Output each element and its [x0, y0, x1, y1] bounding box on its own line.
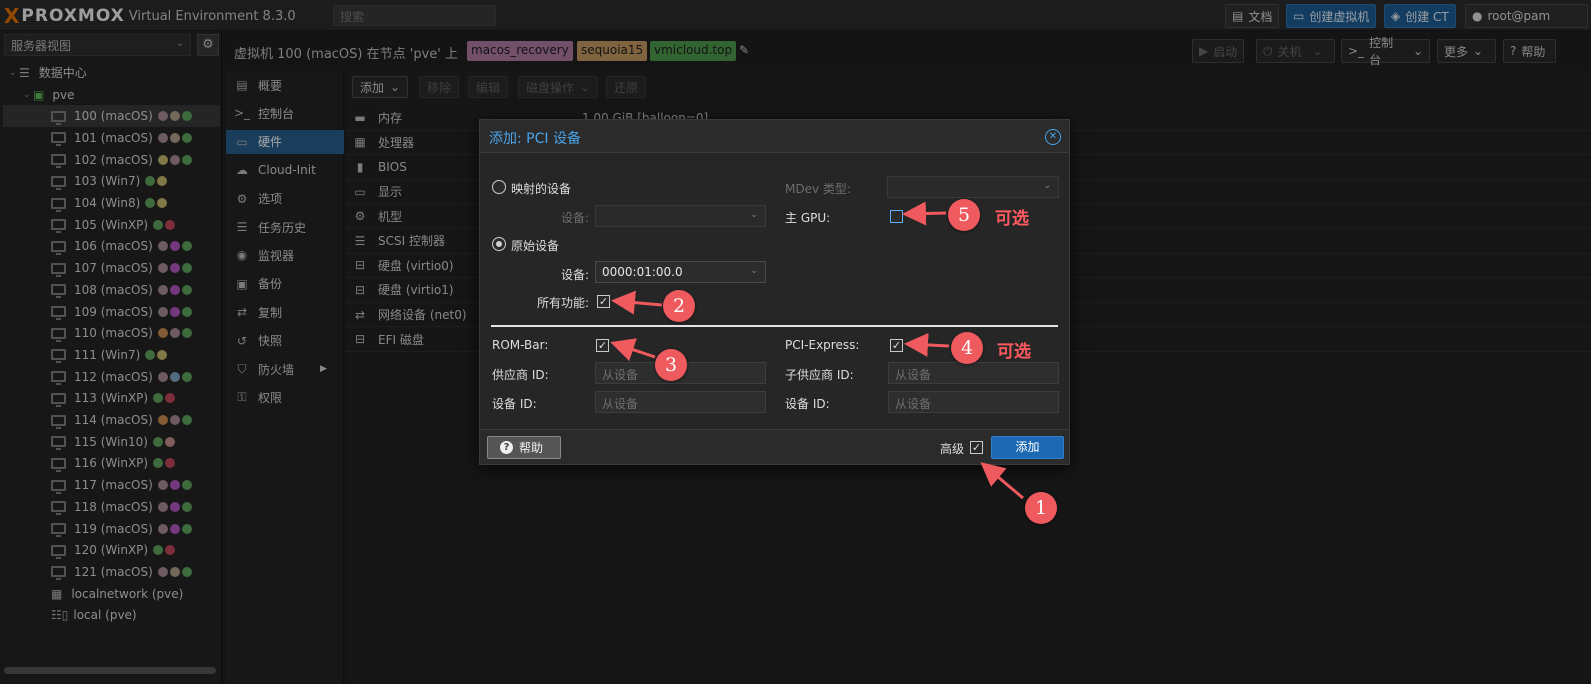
optional-note-5: 可选 [995, 209, 1029, 229]
dialog-help-button[interactable]: ? 帮助 [487, 436, 561, 459]
advanced-checkbox[interactable]: ✓ [970, 441, 983, 454]
annotation-badge-2: 2 [663, 290, 695, 322]
chevron-down-icon: ⌄ [1043, 181, 1051, 191]
annotation-badge-3: 3 [655, 349, 687, 381]
advanced-label: 高级 [940, 442, 965, 456]
raw-device-radio[interactable] [492, 237, 506, 251]
mdev-type-select[interactable]: ⌄ [887, 176, 1059, 198]
chevron-down-icon: ⌄ [750, 210, 758, 220]
rom-bar-checkbox[interactable]: ✓ [596, 339, 609, 352]
sub-vendor-id-input[interactable]: 从设备 [888, 362, 1059, 384]
pcie-label: PCI-Express: [785, 338, 860, 352]
vendor-id-label: 供应商 ID: [492, 368, 549, 382]
sub-device-id-input[interactable]: 从设备 [888, 391, 1059, 413]
raw-device-label: 原始设备 [511, 239, 560, 253]
raw-device-field-label: 设备: [561, 268, 590, 282]
question-icon: ? [500, 441, 513, 454]
all-functions-checkbox[interactable]: ✓ [597, 295, 610, 308]
mapped-device-field-label: 设备: [561, 211, 590, 225]
dialog-title: 添加: PCI 设备 [489, 131, 581, 147]
all-functions-label: 所有功能: [537, 296, 590, 310]
primary-gpu-checkbox[interactable] [890, 210, 903, 223]
pcie-checkbox[interactable]: ✓ [890, 339, 903, 352]
device-id-label: 设备 ID: [492, 397, 537, 411]
sub-device-id-label: 设备 ID: [785, 397, 830, 411]
rom-bar-label: ROM-Bar: [492, 338, 549, 352]
chevron-down-icon: ⌄ [750, 266, 758, 276]
annotation-badge-5: 5 [948, 199, 980, 231]
mapped-device-label: 映射的设备 [511, 182, 572, 196]
close-icon[interactable]: ✕ [1045, 129, 1061, 145]
advanced-separator [491, 325, 1058, 327]
mdev-type-label: MDev 类型: [785, 182, 851, 196]
optional-note-4: 可选 [997, 342, 1031, 362]
sub-vendor-id-label: 子供应商 ID: [785, 368, 854, 382]
raw-device-select[interactable]: 0000:01:00.0 ⌄ [595, 261, 766, 283]
add-pci-device-dialog: 添加: PCI 设备 ✕ 映射的设备 设备: ⌄ MDev 类型: ⌄ 主 GP… [479, 119, 1070, 465]
dialog-add-button[interactable]: 添加 [991, 436, 1064, 459]
mapped-device-select[interactable]: ⌄ [595, 205, 766, 227]
primary-gpu-label: 主 GPU: [785, 211, 831, 225]
device-id-input[interactable]: 从设备 [595, 391, 766, 413]
annotation-badge-4: 4 [951, 332, 983, 364]
mapped-device-radio[interactable] [492, 180, 506, 194]
annotation-badge-1: 1 [1025, 492, 1057, 524]
